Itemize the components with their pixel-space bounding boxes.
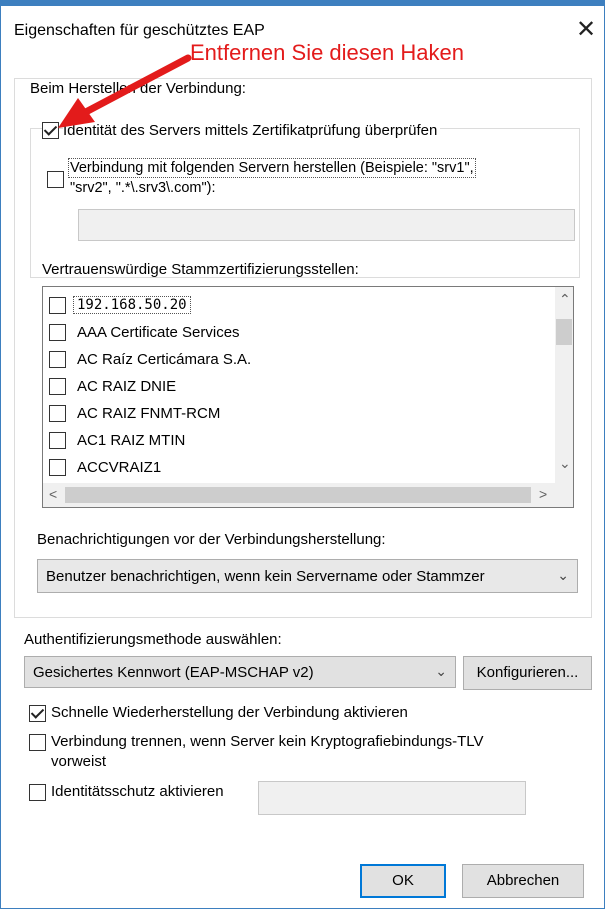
list-item-label: AC1 RAIZ MTIN <box>77 432 186 449</box>
vertical-scroll-thumb[interactable] <box>556 319 572 345</box>
scroll-up-icon[interactable]: ⌃ <box>559 291 571 308</box>
horizontal-scrollbar[interactable]: < > <box>43 483 573 507</box>
verify-identity-label[interactable]: Identität des Servers mittels Zertifikat… <box>63 122 441 139</box>
list-item[interactable]: AC1 RAIZ MTIN <box>49 428 549 455</box>
connect-servers-label-line1[interactable]: Verbindung mit folgenden Servern herstel… <box>68 158 476 178</box>
verify-identity-checkbox[interactable] <box>42 122 59 139</box>
connection-group-label: Beim Herstellen der Verbindung: <box>28 80 248 97</box>
connect-servers-label-line2[interactable]: "srv2", ".*\.srv3\.com"): <box>70 180 215 196</box>
cancel-button[interactable]: Abbrechen <box>462 864 584 898</box>
configure-button[interactable]: Konfigurieren... <box>463 656 592 690</box>
list-item-label: 192.168.50.20 <box>73 296 191 314</box>
list-item[interactable]: AAA Certificate Services <box>49 320 549 347</box>
auth-method-dropdown[interactable]: Gesichertes Kennwort (EAP-MSCHAP v2) ⌄ <box>24 656 456 688</box>
list-item[interactable]: ACCVRAIZ1 <box>49 455 549 482</box>
scroll-down-icon[interactable]: ⌄ <box>559 455 571 472</box>
horizontal-scroll-thumb[interactable] <box>65 487 531 503</box>
scroll-right-icon[interactable]: > <box>539 486 547 502</box>
list-item-checkbox[interactable] <box>49 297 66 314</box>
annotation-text: Entfernen Sie diesen Haken <box>190 40 464 65</box>
list-item-checkbox[interactable] <box>49 459 66 476</box>
list-item-label: AC RAIZ DNIE <box>77 378 177 395</box>
disconnect-tlv-label-line2[interactable]: vorweist <box>51 753 106 770</box>
vertical-scrollbar[interactable]: ⌃ ⌄ <box>555 287 573 483</box>
trusted-roots-label: Vertrauenswürdige Stammzertifizierungsst… <box>42 261 359 278</box>
list-item-checkbox[interactable] <box>49 378 66 395</box>
close-icon[interactable]: ✕ <box>576 15 596 44</box>
list-item[interactable]: AC Raíz Certicámara S.A. <box>49 347 549 374</box>
identity-privacy-input[interactable] <box>258 781 526 815</box>
trusted-roots-list[interactable]: 192.168.50.20 AAA Certificate Services A… <box>42 286 574 508</box>
list-item-checkbox[interactable] <box>49 432 66 449</box>
notifications-dropdown[interactable]: Benutzer benachrichtigen, wenn kein Serv… <box>37 559 578 593</box>
disconnect-tlv-label-line1[interactable]: Verbindung trennen, wenn Server kein Kry… <box>51 733 484 750</box>
auth-method-dropdown-value: Gesichertes Kennwort (EAP-MSCHAP v2) <box>33 664 314 681</box>
list-item-label: ACCVRAIZ1 <box>77 459 162 476</box>
disconnect-tlv-checkbox[interactable] <box>29 734 46 751</box>
identity-privacy-checkbox[interactable] <box>29 784 46 801</box>
identity-privacy-label[interactable]: Identitätsschutz aktivieren <box>51 783 224 800</box>
list-item-label: AAA Certificate Services <box>77 324 240 341</box>
list-item[interactable]: AC RAIZ DNIE <box>49 374 549 401</box>
list-item[interactable]: AC RAIZ FNMT-RCM <box>49 401 549 428</box>
chevron-down-icon: ⌄ <box>435 663 447 679</box>
connect-servers-checkbox[interactable] <box>47 171 64 188</box>
verify-identity-group-box <box>30 128 580 278</box>
dialog-title: Eigenschaften für geschütztes EAP <box>14 22 265 39</box>
list-item-checkbox[interactable] <box>49 405 66 422</box>
list-item-checkbox[interactable] <box>49 351 66 368</box>
fast-reconnect-label[interactable]: Schnelle Wiederherstellung der Verbindun… <box>51 704 408 721</box>
auth-method-label: Authentifizierungsmethode auswählen: <box>24 631 282 648</box>
scroll-left-icon[interactable]: < <box>49 486 57 502</box>
list-item-checkbox[interactable] <box>49 324 66 341</box>
list-item-label: AC Raíz Certicámara S.A. <box>77 351 252 368</box>
notifications-label: Benachrichtigungen vor der Verbindungshe… <box>37 531 386 548</box>
fast-reconnect-checkbox[interactable] <box>29 705 46 722</box>
list-item[interactable]: 192.168.50.20 <box>49 293 549 320</box>
ok-button[interactable]: OK <box>360 864 446 898</box>
chevron-down-icon: ⌄ <box>557 567 569 583</box>
list-item-label: AC RAIZ FNMT-RCM <box>77 405 221 422</box>
servers-input[interactable] <box>78 209 575 241</box>
notifications-dropdown-value: Benutzer benachrichtigen, wenn kein Serv… <box>46 568 485 585</box>
